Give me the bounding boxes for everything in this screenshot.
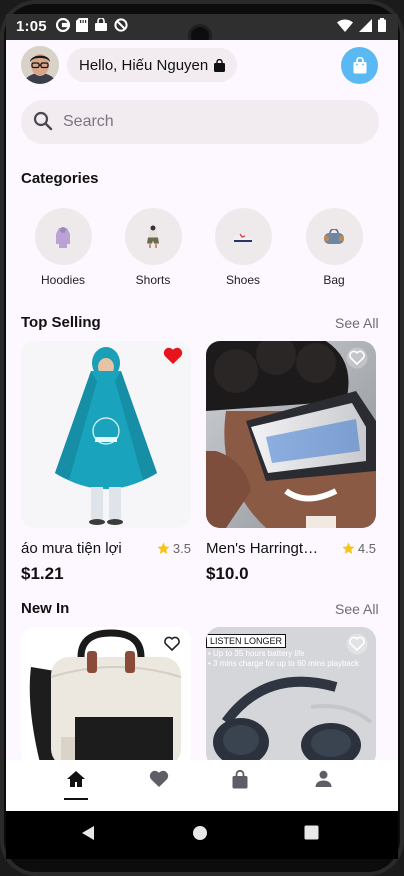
system-status-icons [337,18,386,32]
shorts-thumbnail-icon [124,208,182,265]
category-label: Shoes [225,273,261,287]
dnd-icon [114,18,128,32]
category-shoes[interactable]: Shoes [208,208,278,287]
product-card[interactable]: Men's Harrington Jacket 4.5 $10.0 [206,341,376,584]
hoodie-thumbnail-icon [34,208,92,265]
heart-icon [149,770,169,787]
product-name: áo mưa tiện lợi [21,539,122,557]
top-selling-title: Top Selling [21,314,101,331]
shopping-bag-icon [232,770,248,789]
bag-thumbnail-icon [305,208,363,265]
promo-bullet-battery: • Up to 35 hours battery life [208,649,305,658]
home-header: Hello, Hiếu Nguyen [6,40,398,94]
search-input[interactable]: Search [21,100,379,144]
user-avatar-icon [21,46,59,84]
product-card[interactable]: LISTEN LONGER • Up to 35 hours battery l… [206,627,376,767]
google-icon [56,18,70,32]
nav-profile[interactable] [303,770,343,802]
top-selling-see-all-link[interactable]: See All [335,315,379,331]
product-info-row: Men's Harrington Jacket 4.5 [206,539,376,557]
vr-headset-photo [206,341,376,528]
battery-icon [378,18,386,32]
rating-value: 4.5 [357,540,376,556]
home-icon [67,771,85,787]
product-image [21,341,191,528]
bag-small-icon [214,58,226,72]
sd-card-icon [76,18,88,32]
shop-icon [95,18,107,31]
greeting-text: Hello, Hiếu Nguyen [79,56,209,74]
promo-bullet-charge: • 3 mins charge for up to 60 mins playba… [208,659,359,668]
nav-orders[interactable] [220,770,260,802]
product-rating: 4.5 [342,541,376,556]
product-card[interactable]: áo mưa tiện lợi 3.5 $1.21 [21,341,191,584]
app-screen: Hello, Hiếu Nguyen Search Categories Hoo… [6,40,398,811]
product-image [21,627,191,767]
new-in-title: New In [21,600,70,617]
shoes-thumbnail-icon [214,208,272,265]
search-placeholder: Search [63,113,114,130]
product-image: LISTEN LONGER • Up to 35 hours battery l… [206,627,376,767]
categories-title: Categories [21,170,99,187]
category-label: Bag [323,273,345,287]
bottom-navigation [6,760,398,811]
person-icon [315,770,331,787]
shopping-bag-icon [353,57,366,74]
favorite-outline-icon[interactable] [161,633,183,655]
search-icon [33,111,53,131]
favorite-outline-icon[interactable] [346,633,368,655]
nav-home[interactable] [56,770,96,802]
product-name: Men's Harrington Jacket [206,539,324,557]
star-icon [157,542,170,554]
product-card[interactable] [21,627,191,767]
category-bag[interactable]: Bag [299,208,369,287]
product-info-row: áo mưa tiện lợi 3.5 [21,539,191,557]
product-rating: 3.5 [157,541,191,556]
home-circle-icon[interactable] [192,825,208,841]
category-shorts[interactable]: Shorts [118,208,188,287]
category-label: Shorts [135,273,171,287]
category-hoodies[interactable]: Hoodies [28,208,98,287]
greeting-pill[interactable]: Hello, Hiếu Nguyen [67,48,238,82]
nav-favorites[interactable] [139,770,179,802]
new-in-see-all-link[interactable]: See All [335,601,379,617]
wifi-icon [337,18,353,32]
product-price: $1.21 [21,564,64,583]
notification-icons [56,18,128,32]
avatar[interactable] [21,46,59,84]
favorite-filled-icon[interactable] [163,347,183,365]
recent-apps-icon[interactable] [304,825,319,840]
system-navigation-bar [6,811,398,859]
rating-value: 3.5 [172,540,191,556]
favorite-outline-icon[interactable] [346,347,368,369]
signal-icon [359,18,372,32]
back-icon[interactable] [80,825,96,841]
promo-tag: LISTEN LONGER [206,634,287,648]
active-indicator [64,798,88,800]
product-image [206,341,376,528]
product-price: $10.0 [206,564,249,583]
cart-button[interactable] [341,47,378,84]
category-label: Hoodies [40,273,86,287]
raincoat-illustration [21,341,191,528]
star-icon [342,542,355,554]
status-time: 1:05 [16,18,47,35]
